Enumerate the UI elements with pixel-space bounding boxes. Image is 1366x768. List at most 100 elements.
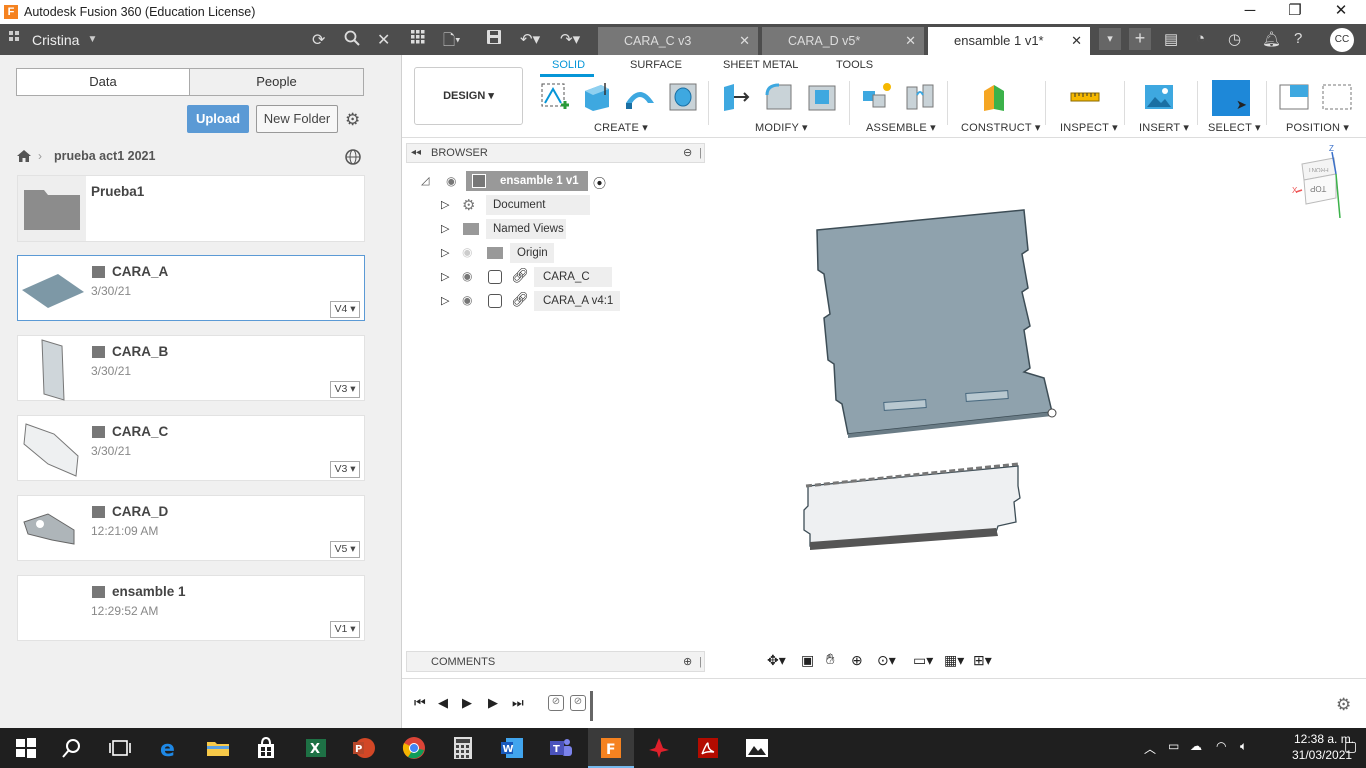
group-assemble-menu[interactable]: ASSEMBLE ▾ [866, 121, 936, 134]
group-modify-menu[interactable]: MODIFY ▾ [755, 121, 808, 134]
viewports-icon[interactable]: ⊞▾ [973, 652, 992, 669]
windows-start-icon[interactable] [14, 736, 38, 760]
previous-step-icon[interactable]: ◀ [438, 695, 448, 711]
new-folder-button[interactable]: New Folder [256, 105, 338, 133]
chrome-icon[interactable] [402, 736, 426, 760]
browser-node[interactable]: CARA_C v3:1 [534, 267, 612, 303]
add-comment-icon[interactable]: ⊕ [683, 652, 692, 672]
view-cube[interactable]: TOP FRONT Z X [1292, 144, 1344, 219]
fit-zoom-icon[interactable]: ⊙▾ [877, 652, 896, 669]
activate-radio-icon[interactable]: ⦿ [593, 173, 606, 192]
doc-tab-active[interactable]: ensamble 1 v1* ✕ [928, 27, 1090, 55]
doc-tab[interactable]: CARA_D v5* ✕ [762, 27, 924, 55]
last-step-icon[interactable]: ⏭ [512, 695, 524, 711]
offset-plane-icon[interactable] [980, 81, 1012, 113]
file-card[interactable]: CARA_A 3/30/21 V4 ▾ [17, 255, 365, 321]
tab-people[interactable]: People [189, 68, 364, 96]
browser-node[interactable]: CARA_A v4:1 [534, 291, 620, 311]
search-icon[interactable] [60, 736, 84, 760]
maximize-button[interactable]: ❐ [1272, 0, 1318, 24]
tab-overflow-icon[interactable]: ▾ [1099, 28, 1121, 50]
file-menu-icon[interactable]: 🗋▾ [443, 30, 461, 55]
close-panel-icon[interactable]: ✕ [377, 30, 390, 50]
tab-sheet-metal[interactable]: SHEET METAL [723, 59, 798, 71]
comments-icon[interactable]: ▤ [1164, 30, 1178, 48]
measure-icon[interactable] [1069, 81, 1101, 113]
create-sketch-icon[interactable] [539, 81, 571, 113]
timeline-feature-icon[interactable]: ⊘ [548, 695, 564, 711]
breadcrumb[interactable]: prueba act1 2021 [54, 149, 155, 163]
photos-icon[interactable] [745, 736, 769, 760]
revert-position-icon[interactable] [1321, 81, 1353, 113]
hidden-eye-icon[interactable]: ◉ [462, 245, 472, 259]
search-icon[interactable] [344, 30, 360, 51]
battery-icon[interactable]: ▭ [1168, 739, 1179, 753]
expand-triangle-icon[interactable]: ▷ [441, 270, 449, 283]
timeline-settings-gear-icon[interactable]: ⚙ [1336, 695, 1351, 715]
browser-node[interactable]: Named Views [486, 219, 566, 239]
pin-handle-icon[interactable]: | [699, 144, 702, 162]
capture-position-icon[interactable] [1278, 81, 1310, 113]
orbit-icon[interactable]: ✥▾ [767, 652, 786, 669]
select-tool-button[interactable]: ➤ [1212, 80, 1250, 116]
app-grid-icon[interactable] [411, 30, 425, 48]
notifications-bell-icon[interactable]: 🔔︎ [1262, 30, 1281, 48]
3d-viewport[interactable]: TOP FRONT Z X [706, 138, 1366, 678]
comments-panel-header[interactable]: COMMENTS ⊕ | [406, 651, 705, 672]
grid-settings-icon[interactable]: ▦▾ [944, 652, 964, 669]
store-icon[interactable] [254, 736, 278, 760]
expand-triangle-icon[interactable]: ▷ [441, 246, 449, 259]
new-tab-icon[interactable]: + [1129, 28, 1151, 50]
close-window-button[interactable]: ✕ [1318, 0, 1364, 24]
cara-a-part[interactable] [816, 209, 1053, 435]
view-cube-top-face[interactable]: TOP [1310, 184, 1326, 193]
doc-tab[interactable]: CARA_C v3 ✕ [598, 27, 758, 55]
notification-center-icon[interactable]: ▢ [1344, 738, 1357, 755]
version-badge[interactable]: V3 ▾ [330, 381, 360, 398]
refresh-icon[interactable]: ⟳ [312, 30, 325, 50]
user-avatar[interactable]: CC [1330, 28, 1354, 52]
folder-card[interactable]: Prueba1 [17, 175, 365, 242]
joint-icon[interactable] [904, 81, 936, 113]
settings-gear-icon[interactable]: ⚙ [345, 110, 360, 130]
minus-circle-icon[interactable]: ⊖ [683, 144, 692, 162]
edge-browser-icon[interactable]: e [157, 736, 181, 760]
autodesk-app-icon[interactable] [647, 736, 671, 760]
tab-surface[interactable]: SURFACE [630, 59, 682, 71]
display-settings-icon[interactable]: ▭▾ [913, 652, 933, 669]
browser-node[interactable]: Document Settings [486, 195, 590, 231]
word-icon[interactable]: W [500, 736, 524, 760]
acrobat-icon[interactable] [696, 736, 720, 760]
press-pull-icon[interactable] [720, 81, 752, 113]
view-cube-front-face[interactable]: FRONT [1308, 166, 1329, 172]
job-status-icon[interactable]: ◔ [1196, 30, 1205, 47]
file-explorer-icon[interactable] [206, 736, 230, 760]
save-icon[interactable] [487, 30, 501, 48]
collapse-panel-icon[interactable]: ◂◂ [411, 144, 421, 162]
group-create-menu[interactable]: CREATE ▾ [594, 121, 648, 134]
globe-icon[interactable] [345, 149, 361, 168]
group-select-menu[interactable]: SELECT ▾ [1208, 121, 1261, 134]
tray-overflow-icon[interactable]: ︿ [1144, 740, 1156, 757]
teams-icon[interactable]: T [549, 736, 573, 760]
file-card[interactable]: CARA_D 12:21:09 AM V5 ▾ [17, 495, 365, 561]
expand-triangle-icon[interactable]: ▷ [441, 294, 449, 307]
fillet-icon[interactable] [763, 81, 795, 113]
upload-button[interactable]: Upload [187, 105, 249, 133]
new-component-icon[interactable] [861, 81, 893, 113]
tab-solid[interactable]: SOLID [552, 59, 585, 71]
task-view-icon[interactable] [108, 736, 132, 760]
version-badge[interactable]: V4 ▾ [330, 301, 360, 318]
pan-hand-icon[interactable]: ✋︎ [826, 651, 835, 668]
tab-tools[interactable]: TOOLS [836, 59, 873, 71]
timeline-feature-icon[interactable]: ⊘ [570, 695, 586, 711]
origin-point-icon[interactable] [1047, 408, 1057, 418]
expand-triangle-icon[interactable]: ▷ [441, 222, 449, 235]
zoom-icon[interactable]: ⊕ [851, 652, 863, 669]
undo-icon[interactable]: ↶▾ [520, 30, 540, 48]
calculator-icon[interactable] [451, 736, 475, 760]
play-icon[interactable]: ▶ [462, 695, 472, 711]
workspace-switcher[interactable]: DESIGN ▾ [414, 67, 523, 125]
group-insert-menu[interactable]: INSERT ▾ [1139, 121, 1189, 134]
tab-data[interactable]: Data [16, 68, 190, 96]
